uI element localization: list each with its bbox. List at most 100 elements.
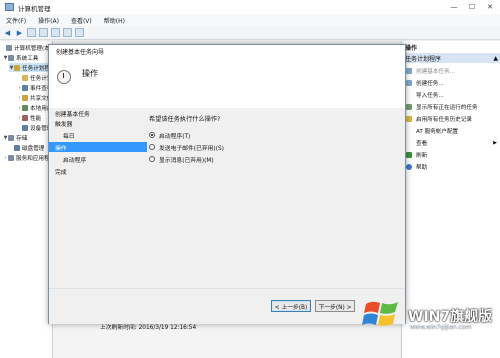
tree-item-label: 磁盘管理 bbox=[22, 145, 45, 152]
action-label: AT 服务帐户配置 bbox=[416, 128, 459, 135]
history-icon bbox=[406, 115, 412, 122]
wizard-footer: < 上一步(B) 下一步(N) > bbox=[49, 288, 405, 324]
up-folder-icon[interactable] bbox=[27, 28, 36, 37]
clock-icon bbox=[14, 64, 20, 71]
action-create-basic-task[interactable]: 创建基本任务... bbox=[402, 65, 500, 76]
option-start-program[interactable]: 启动程序(T) bbox=[149, 130, 190, 140]
help-icon bbox=[406, 163, 412, 170]
step-label: 启动程序 bbox=[63, 157, 87, 164]
action-label: 刷新 bbox=[416, 152, 428, 159]
help-icon[interactable] bbox=[63, 28, 72, 37]
next-button[interactable]: 下一步(N) > bbox=[315, 300, 355, 312]
menu-help[interactable]: 帮助(H) bbox=[98, 16, 131, 25]
option-show-message[interactable]: 显示消息(已弃用)(M) bbox=[149, 154, 214, 164]
close-button[interactable]: ✕ bbox=[483, 2, 497, 12]
tree-item-disk-management[interactable]: 磁盘管理 bbox=[9, 143, 44, 152]
action-at-service-config[interactable]: AT 服务帐户配置 bbox=[402, 125, 500, 136]
users-icon bbox=[22, 104, 28, 111]
option-send-email[interactable]: 发送电子邮件(已弃用)(S) bbox=[149, 142, 224, 152]
computer-management-window: 计算机管理 — ☐ ✕ 文件(F) 操作(A) 查看(V) 帮助(H) ◀ ▶ … bbox=[0, 0, 500, 358]
action-label: 帮助 bbox=[416, 164, 428, 171]
action-label: 创建任务... bbox=[416, 80, 444, 87]
storage-icon bbox=[8, 134, 14, 141]
watermark-brand: WIN7旗舰版 bbox=[408, 309, 493, 325]
watermark: WIN7旗舰版 www.win7qijian.com bbox=[358, 284, 500, 358]
event-viewer-icon bbox=[22, 84, 28, 91]
tools-icon bbox=[8, 54, 14, 61]
folder-icon bbox=[22, 74, 28, 81]
disk-icon bbox=[14, 144, 20, 151]
running-tasks-icon bbox=[406, 103, 412, 110]
step-create-basic-task: 创建基本任务 bbox=[49, 108, 147, 118]
task-clock-icon bbox=[57, 70, 71, 84]
actions-section-label: 任务计划程序 bbox=[405, 55, 442, 63]
minimize-button[interactable]: — bbox=[447, 2, 461, 12]
navigation-tree: 计算机管理(本地) ▼ 系统工具 ▼ 任务计划程序 任务计划程序库 › 事件查看… bbox=[0, 41, 69, 358]
show-hide-tree-icon[interactable] bbox=[39, 28, 48, 37]
action-show-running-tasks[interactable]: 显示所有正在运行的任务 bbox=[402, 101, 500, 112]
step-label: 每日 bbox=[63, 133, 75, 140]
step-label: 触发器 bbox=[55, 121, 73, 128]
action-label: 导入任务... bbox=[416, 92, 444, 99]
submenu-arrow-icon: ▶ bbox=[493, 139, 497, 146]
action-refresh[interactable]: 刷新 bbox=[402, 149, 500, 160]
device-manager-icon bbox=[22, 124, 28, 131]
back-arrow-icon[interactable]: ◀ bbox=[3, 28, 12, 37]
tree-item-label: 存储 bbox=[16, 135, 28, 142]
pane-icon[interactable] bbox=[75, 28, 84, 37]
radio-selected-icon[interactable] bbox=[149, 132, 155, 138]
step-label: 操作 bbox=[55, 145, 67, 152]
action-label: 启用所有任务历史记录 bbox=[416, 116, 472, 123]
windows-logo-icon bbox=[362, 301, 398, 326]
menu-file[interactable]: 文件(F) bbox=[0, 16, 32, 25]
window-title: 计算机管理 bbox=[18, 5, 51, 13]
wizard-title: 创建基本任务向导 bbox=[49, 45, 405, 58]
computer-icon bbox=[6, 44, 12, 51]
option-label: 启动程序(T) bbox=[159, 133, 191, 140]
shared-folder-icon bbox=[22, 94, 28, 101]
action-help[interactable]: 帮助 bbox=[402, 161, 500, 172]
computer-management-icon bbox=[5, 3, 14, 11]
create-basic-task-wizard: 创建基本任务向导 操作 创建基本任务 触发器 每日 操作 启动程序 完成 希望该… bbox=[48, 44, 406, 324]
wizard-body: 创建基本任务 触发器 每日 操作 启动程序 完成 希望该任务执行什么操作? 启动… bbox=[49, 108, 405, 288]
back-button[interactable]: < 上一步(B) bbox=[271, 300, 311, 312]
actions-header: 操作 bbox=[405, 45, 418, 52]
option-label: 显示消息(已弃用)(M) bbox=[159, 157, 214, 164]
action-enable-history[interactable]: 启用所有任务历史记录 bbox=[402, 113, 500, 124]
menu-view[interactable]: 查看(V) bbox=[65, 16, 98, 25]
action-question: 希望该任务执行什么操作? bbox=[149, 116, 221, 123]
step-label: 完成 bbox=[55, 169, 67, 176]
blank-icon bbox=[406, 91, 412, 98]
tree-item-performance[interactable]: › 性能 bbox=[17, 113, 41, 122]
wizard-heading: 操作 bbox=[82, 69, 98, 78]
services-icon bbox=[8, 154, 14, 161]
refresh-icon bbox=[406, 151, 412, 158]
radio-icon[interactable] bbox=[149, 144, 155, 150]
blank-icon bbox=[406, 139, 412, 146]
tree-item-system-tools[interactable]: ▼ 系统工具 bbox=[3, 53, 38, 62]
step-daily: 每日 bbox=[49, 130, 155, 140]
action-label: 查看 bbox=[416, 140, 428, 147]
forward-arrow-icon[interactable]: ▶ bbox=[15, 28, 24, 37]
step-finish: 完成 bbox=[49, 166, 147, 176]
actions-section-task-scheduler[interactable]: 任务计划程序 ▲ bbox=[402, 53, 500, 63]
collapse-arrow-icon[interactable]: ▲ bbox=[493, 55, 498, 62]
task-icon bbox=[406, 67, 412, 74]
action-view[interactable]: 查看 ▶ bbox=[402, 137, 500, 148]
title-bar: 计算机管理 — ☐ ✕ bbox=[0, 0, 500, 15]
wizard-content: 希望该任务执行什么操作? 启动程序(T) 发送电子邮件(已弃用)(S) 显示消息… bbox=[147, 108, 405, 288]
tree-item-label: 系统工具 bbox=[16, 55, 39, 62]
step-start-program: 启动程序 bbox=[49, 154, 155, 164]
action-import-task[interactable]: 导入任务... bbox=[402, 89, 500, 100]
blank-icon bbox=[406, 127, 412, 134]
action-create-task[interactable]: 创建任务... bbox=[402, 77, 500, 88]
performance-icon bbox=[22, 114, 28, 121]
tree-item-storage[interactable]: ▼ 存储 bbox=[3, 133, 27, 142]
menu-action[interactable]: 操作(A) bbox=[32, 16, 65, 25]
maximize-button[interactable]: ☐ bbox=[465, 2, 479, 12]
wizard-header: 操作 bbox=[49, 58, 405, 109]
radio-icon[interactable] bbox=[149, 156, 155, 162]
tree-item-label: 性能 bbox=[30, 115, 42, 122]
watermark-url: www.win7qijian.com bbox=[410, 324, 472, 331]
properties-icon[interactable] bbox=[51, 28, 60, 37]
